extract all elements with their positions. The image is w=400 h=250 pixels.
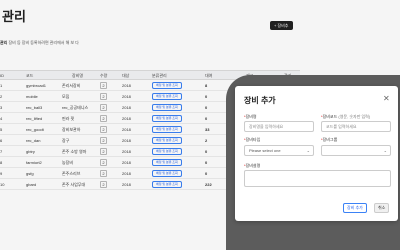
name-label: *장비명 xyxy=(244,114,257,119)
chevron-down-icon: ⌄ xyxy=(306,148,310,153)
desc-textarea[interactable] xyxy=(244,170,391,187)
group-label: *장비그룹 xyxy=(321,137,338,142)
modal-title: 장비 추가 xyxy=(244,96,276,105)
code-label: *장비코드 (영문, 숫자만 입력) xyxy=(321,114,371,119)
desc-label: *장비설명 xyxy=(244,163,261,168)
cancel-button[interactable]: 취소 xyxy=(374,203,390,213)
code-input[interactable]: 코드를 입력하세요 xyxy=(321,121,391,132)
close-icon[interactable]: ✕ xyxy=(383,95,390,103)
type-select[interactable]: Please select one ⌄ xyxy=(244,145,314,156)
submit-button[interactable]: 장비 추가 xyxy=(343,203,367,213)
chevron-down-icon: ⌄ xyxy=(383,148,387,153)
type-label: *장비타입 xyxy=(244,137,261,142)
add-equipment-modal: 장비 추가 ✕ *장비명 장비명을 입력하세요 *장비코드 (영문, 숫자만 입… xyxy=(235,86,398,221)
name-input[interactable]: 장비명을 입력하세요 xyxy=(244,121,314,132)
group-select[interactable]: ⌄ xyxy=(321,145,391,156)
